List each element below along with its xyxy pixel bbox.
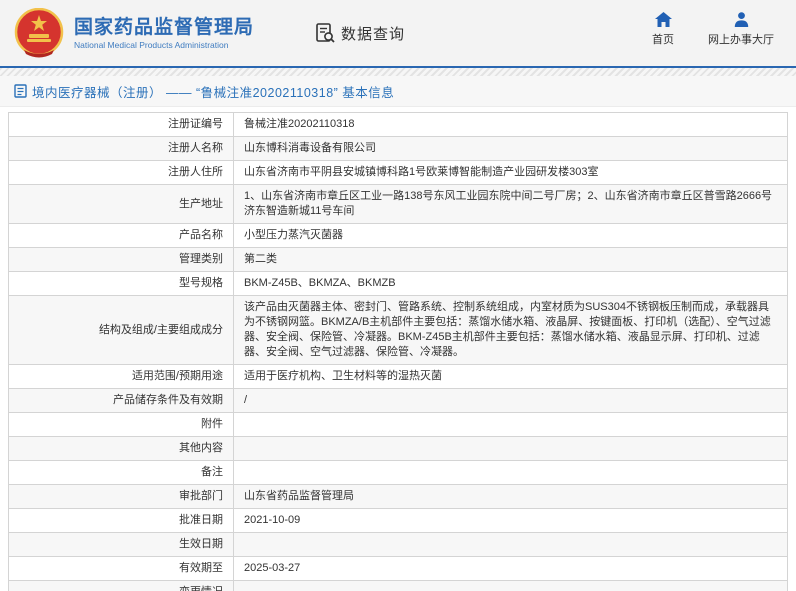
field-label: 适用范围/预期用途 <box>9 365 234 389</box>
table-row: 产品名称小型压力蒸汽灭菌器 <box>9 224 788 248</box>
field-value <box>234 581 788 591</box>
table-row: 适用范围/预期用途适用于医疗机构、卫生材料等的湿热灭菌 <box>9 365 788 389</box>
breadcrumb: 境内医疗器械（注册） —— “鲁械注准20202110318” 基本信息 <box>0 76 796 107</box>
field-label: 备注 <box>9 461 234 485</box>
field-value: / <box>234 389 788 413</box>
field-value <box>234 437 788 461</box>
table-row: 型号规格BKM-Z45B、BKMZA、BKMZB <box>9 272 788 296</box>
site-header: 国家药品监督管理局 National Medical Products Admi… <box>0 0 796 68</box>
org-name-en: National Medical Products Administration <box>74 39 254 51</box>
field-value: 小型压力蒸汽灭菌器 <box>234 224 788 248</box>
data-query-icon <box>314 22 336 44</box>
table-row: 产品储存条件及有效期/ <box>9 389 788 413</box>
field-label: 审批部门 <box>9 485 234 509</box>
field-label: 结构及组成/主要组成成分 <box>9 296 234 365</box>
field-value: 山东省济南市平阴县安城镇博科路1号欧莱博智能制造产业园研发楼303室 <box>234 161 788 185</box>
field-value <box>234 533 788 557</box>
breadcrumb-text: 境内医疗器械（注册） —— “鲁械注准20202110318” 基本信息 <box>32 82 394 101</box>
field-label: 注册证编号 <box>9 113 234 137</box>
table-row: 管理类别第二类 <box>9 248 788 272</box>
field-label: 型号规格 <box>9 272 234 296</box>
home-nav[interactable]: 首页 <box>652 12 674 47</box>
table-row: 结构及组成/主要组成成分该产品由灭菌器主体、密封门、管路系统、控制系统组成，内室… <box>9 296 788 365</box>
org-names: 国家药品监督管理局 National Medical Products Admi… <box>74 16 254 51</box>
table-row: 注册人住所山东省济南市平阴县安城镇博科路1号欧莱博智能制造产业园研发楼303室 <box>9 161 788 185</box>
field-value <box>234 413 788 437</box>
field-label: 生效日期 <box>9 533 234 557</box>
field-value: 该产品由灭菌器主体、密封门、管路系统、控制系统组成，内室材质为SUS304不锈钢… <box>234 296 788 365</box>
data-query-nav[interactable]: 数据查询 <box>314 22 405 44</box>
home-icon <box>655 12 672 27</box>
person-icon <box>734 12 749 27</box>
field-label: 有效期至 <box>9 557 234 581</box>
field-value: 2021-10-09 <box>234 509 788 533</box>
field-label: 生产地址 <box>9 185 234 224</box>
national-emblem-icon <box>14 8 64 58</box>
registration-info-table-wrap: 注册证编号鲁械注准20202110318注册人名称山东博科消毒设备有限公司注册人… <box>8 112 788 591</box>
field-value: 2025-03-27 <box>234 557 788 581</box>
home-label: 首页 <box>652 31 674 47</box>
field-label: 附件 <box>9 413 234 437</box>
service-hall-nav[interactable]: 网上办事大厅 <box>708 12 774 47</box>
field-value: 1、山东省济南市章丘区工业一路138号东风工业园东院中间二号厂房；2、山东省济南… <box>234 185 788 224</box>
field-value: 山东省药品监督管理局 <box>234 485 788 509</box>
field-label: 注册人名称 <box>9 137 234 161</box>
table-row: 生产地址1、山东省济南市章丘区工业一路138号东风工业园东院中间二号厂房；2、山… <box>9 185 788 224</box>
field-value <box>234 461 788 485</box>
field-value: 适用于医疗机构、卫生材料等的湿热灭菌 <box>234 365 788 389</box>
header-right-nav: 首页 网上办事大厅 <box>652 12 774 47</box>
field-value: 鲁械注准20202110318 <box>234 113 788 137</box>
registration-info-table: 注册证编号鲁械注准20202110318注册人名称山东博科消毒设备有限公司注册人… <box>8 112 788 591</box>
field-value: 第二类 <box>234 248 788 272</box>
table-row: 批准日期2021-10-09 <box>9 509 788 533</box>
service-hall-label: 网上办事大厅 <box>708 31 774 47</box>
table-row: 有效期至2025-03-27 <box>9 557 788 581</box>
document-icon <box>14 84 27 98</box>
data-query-label: 数据查询 <box>341 23 405 44</box>
table-row: 审批部门山东省药品监督管理局 <box>9 485 788 509</box>
table-row: 注册人名称山东博科消毒设备有限公司 <box>9 137 788 161</box>
field-label: 产品储存条件及有效期 <box>9 389 234 413</box>
field-label: 管理类别 <box>9 248 234 272</box>
field-label: 产品名称 <box>9 224 234 248</box>
field-label: 其他内容 <box>9 437 234 461</box>
field-label: 变更情况 <box>9 581 234 591</box>
table-row: 生效日期 <box>9 533 788 557</box>
table-row: 附件 <box>9 413 788 437</box>
org-name-cn: 国家药品监督管理局 <box>74 16 254 39</box>
table-row: 注册证编号鲁械注准20202110318 <box>9 113 788 137</box>
table-row: 变更情况 <box>9 581 788 591</box>
field-label: 批准日期 <box>9 509 234 533</box>
field-value: 山东博科消毒设备有限公司 <box>234 137 788 161</box>
table-row: 其他内容 <box>9 437 788 461</box>
table-row: 备注 <box>9 461 788 485</box>
striped-divider <box>0 68 796 76</box>
field-value: BKM-Z45B、BKMZA、BKMZB <box>234 272 788 296</box>
field-label: 注册人住所 <box>9 161 234 185</box>
